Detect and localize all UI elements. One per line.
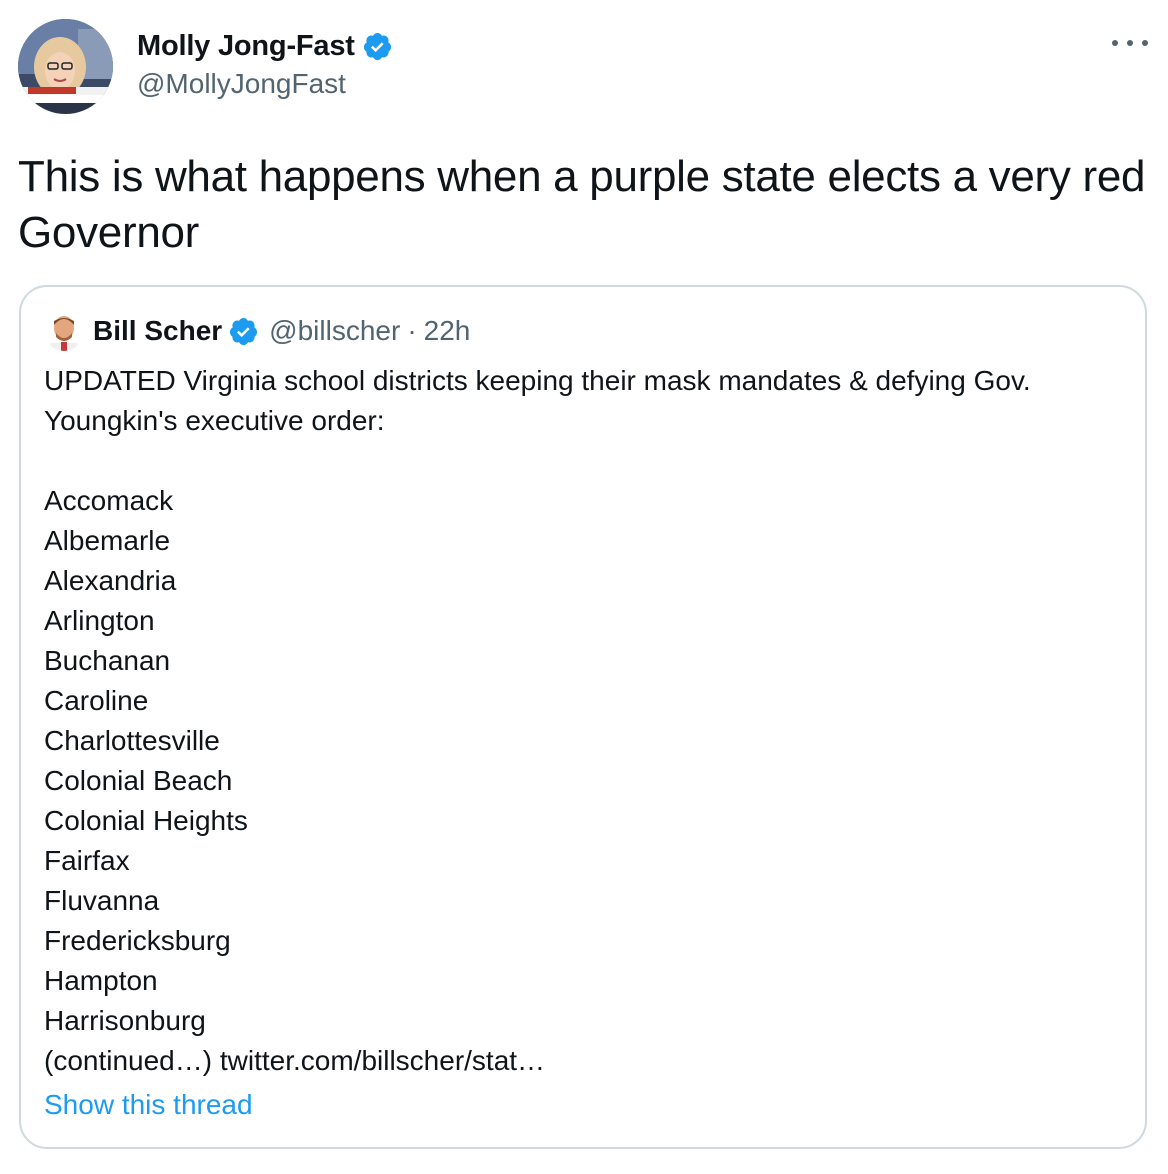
district-item: Caroline — [44, 685, 149, 716]
district-item: Fluvanna — [44, 885, 160, 916]
author-name-row[interactable]: Molly Jong-Fast — [137, 28, 393, 64]
district-item: Fairfax — [44, 845, 130, 876]
profile-photo-icon — [44, 311, 84, 351]
district-item: Accomack — [44, 485, 174, 516]
district-item: Buchanan — [44, 645, 171, 676]
tweet-text: This is what happens when a purple state… — [18, 152, 1146, 257]
district-item: Alexandria — [44, 565, 177, 596]
quoted-timestamp[interactable]: 22h — [424, 315, 471, 347]
district-item: Albemarle — [44, 525, 171, 556]
show-thread-link[interactable]: Show this thread — [44, 1085, 253, 1125]
author-avatar[interactable] — [18, 19, 113, 114]
verified-badge-icon — [228, 316, 259, 347]
profile-photo-icon — [18, 19, 113, 114]
ellipsis-dot — [1127, 40, 1133, 46]
district-item: Arlington — [44, 605, 155, 636]
quoted-author-avatar[interactable] — [44, 311, 84, 351]
district-item: Fredericksburg — [44, 925, 231, 956]
tweet[interactable]: Molly Jong-Fast @MollyJongFast This is w… — [0, 0, 1168, 1174]
district-item: Hampton — [44, 965, 158, 996]
quoted-tweet-card[interactable]: Bill Scher @billscher · 22h UPDATED Virg… — [19, 285, 1147, 1149]
quoted-author-name[interactable]: Bill Scher — [93, 315, 222, 347]
quoted-intro-text: UPDATED Virginia school districts keepin… — [44, 365, 1031, 436]
ellipsis-icon[interactable] — [1112, 30, 1148, 56]
ellipsis-dot — [1142, 40, 1148, 46]
district-item: Charlottesville — [44, 725, 220, 756]
separator-dot: · — [407, 315, 417, 346]
district-item: Colonial Beach — [44, 765, 233, 796]
quoted-header: Bill Scher @billscher · 22h — [93, 313, 470, 349]
continued-link[interactable]: (continued…) twitter.com/billscher/stat… — [44, 1041, 1124, 1081]
district-item: Colonial Heights — [44, 805, 248, 836]
district-list: Accomack Albemarle Alexandria Arlington … — [44, 481, 1124, 1041]
author-name[interactable]: Molly Jong-Fast — [137, 30, 355, 63]
district-item: Harrisonburg — [44, 1005, 206, 1036]
verified-badge-icon — [362, 31, 393, 62]
ellipsis-dot — [1112, 40, 1118, 46]
quoted-author-handle[interactable]: @billscher — [269, 315, 400, 347]
quoted-body: UPDATED Virginia school districts keepin… — [44, 361, 1124, 1081]
author-handle[interactable]: @MollyJongFast — [137, 68, 346, 100]
